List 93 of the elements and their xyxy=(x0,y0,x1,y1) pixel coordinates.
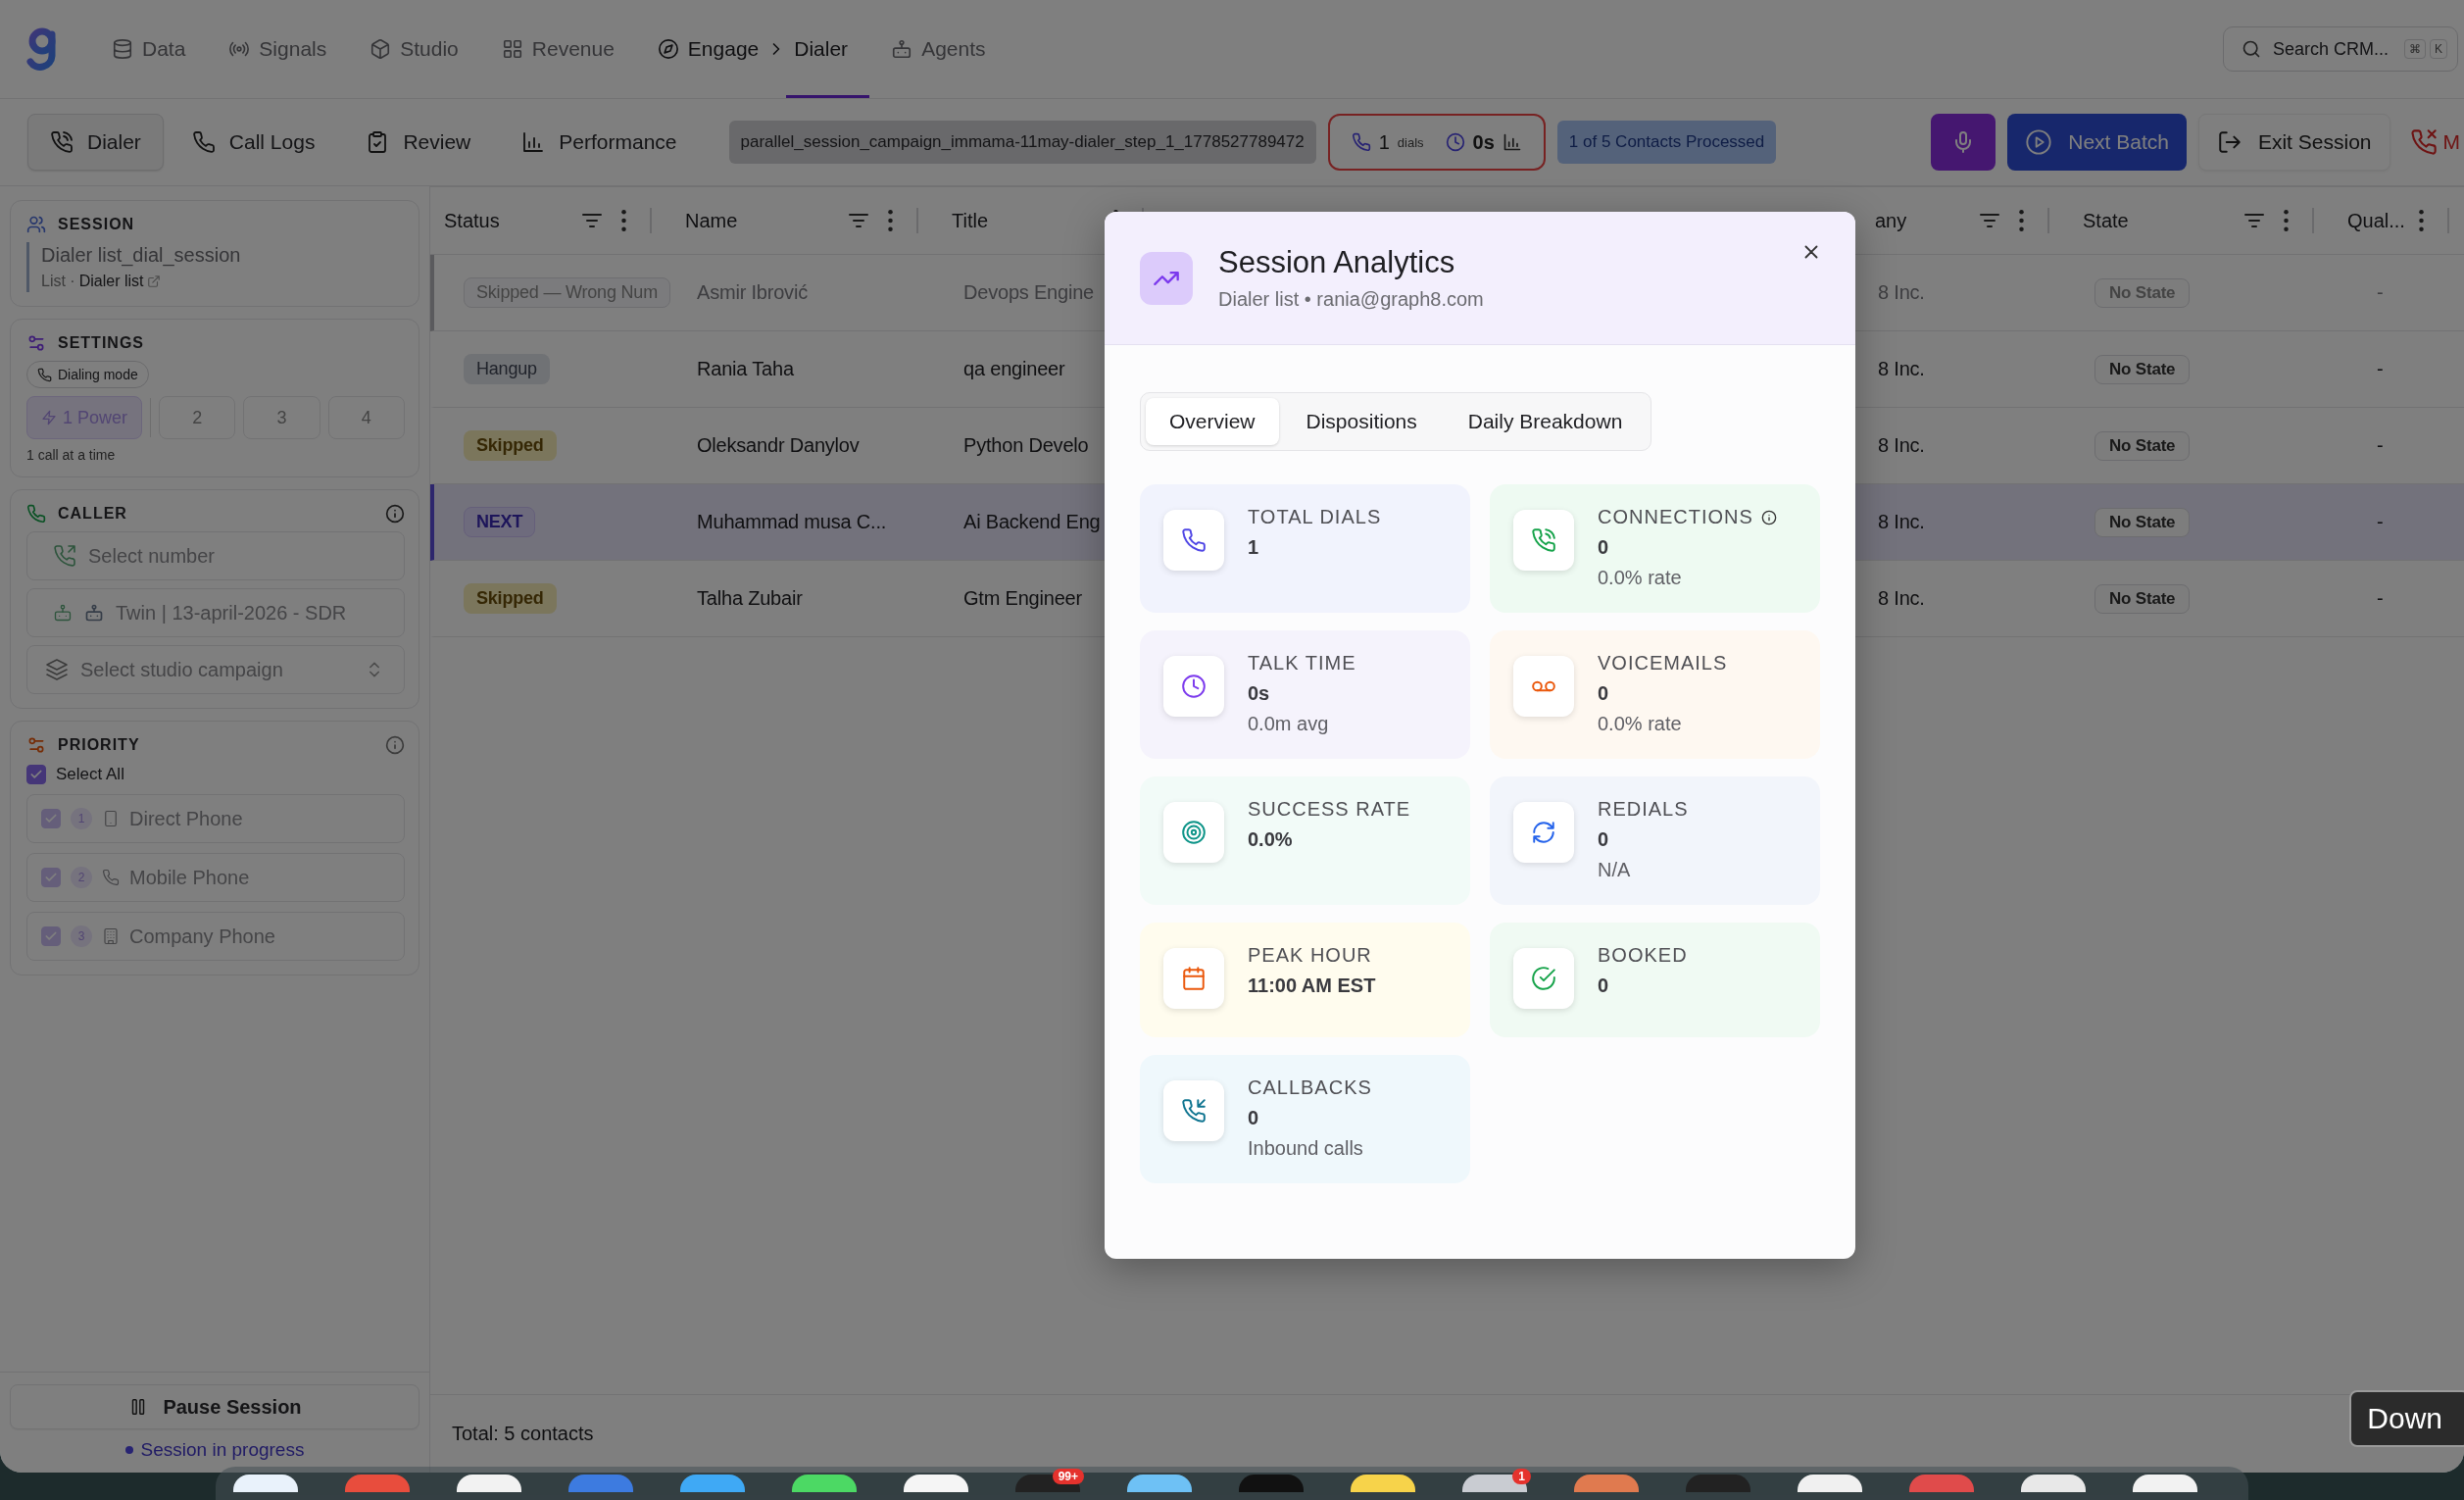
table-cell: - xyxy=(2377,511,2384,532)
tooltip: Down xyxy=(2349,1390,2464,1447)
nav-label: Dialer xyxy=(794,37,849,61)
call-duration: 0s xyxy=(1472,130,1495,154)
placeholder: Select number xyxy=(88,544,215,568)
stat-note: 0.0% rate xyxy=(1598,712,1683,736)
stat-value: 0 xyxy=(1598,827,1610,852)
stat-value: 1 xyxy=(1248,535,1260,560)
stat-value: 0s xyxy=(1248,681,1271,706)
stat-value: 11:00 AM EST xyxy=(1248,974,1376,998)
notification-badge: 99+ xyxy=(1052,1469,1084,1484)
table-cell: 8 Inc. xyxy=(1878,281,1925,303)
nav-label: Agents xyxy=(921,37,986,61)
nav-label: Studio xyxy=(400,37,459,61)
state-badge: No State xyxy=(2094,277,2191,308)
stat-label: TALK TIME xyxy=(1248,651,1356,675)
stat-note: 0.0m avg xyxy=(1248,712,1330,736)
stat-label: CALLBACKS xyxy=(1248,1075,1372,1100)
nav-label: Engage xyxy=(687,37,760,61)
state-badge: No State xyxy=(2094,430,2191,461)
stat-note: 0.0% rate xyxy=(1598,566,1683,590)
list-label: List · xyxy=(41,273,75,290)
status-badge: Skipped xyxy=(464,583,557,614)
column-header: Name xyxy=(685,209,738,232)
total-count: Total: 5 contacts xyxy=(452,1423,594,1445)
stat-label: VOICEMAILS xyxy=(1598,651,1728,675)
table-cell: - xyxy=(2377,358,2384,379)
table-cell: 8 Inc. xyxy=(1878,358,1925,379)
priority-label: Mobile Phone xyxy=(129,866,250,889)
stat-note: N/A xyxy=(1598,858,1632,882)
table-cell: Ai Backend Eng xyxy=(963,511,1101,532)
stat-label: CONNECTIONS xyxy=(1598,505,1753,529)
stat-label: TOTAL DIALS xyxy=(1248,505,1382,529)
stat-value: 0 xyxy=(1598,535,1610,560)
placeholder: Select studio campaign xyxy=(80,658,283,681)
table-cell: - xyxy=(2377,587,2384,609)
state-badge: No State xyxy=(2094,354,2191,384)
table-cell: Python Develo xyxy=(963,434,1089,456)
table-cell: Oleksandr Danylov xyxy=(697,434,860,456)
table-cell: Asmir Ibrović xyxy=(697,281,808,303)
column-header: Qual... xyxy=(2347,209,2405,232)
dials-label: dials xyxy=(1397,134,1424,150)
session-status: Session in progress xyxy=(124,1439,305,1461)
table-cell: 8 Inc. xyxy=(1878,511,1925,532)
stat-label: PEAK HOUR xyxy=(1248,943,1372,968)
nav-label: Data xyxy=(142,37,186,61)
column-header: State xyxy=(2083,209,2129,232)
shortcut-key: K xyxy=(2430,39,2447,59)
session-id-chip: parallel_session_campaign_immama-11may-dialer_step_1_1778527789472 xyxy=(728,121,1316,164)
shortcut-key: ⌘ xyxy=(2404,39,2426,59)
priority-label: Company Phone xyxy=(129,925,275,948)
session-name: Dialer list_dial_session xyxy=(41,244,242,267)
table-cell: 8 Inc. xyxy=(1878,587,1925,609)
column-header: any xyxy=(1875,209,1907,232)
modal-subtitle: Dialer list • rania@graph8.com xyxy=(1218,288,1484,311)
table-cell: Gtm Engineer xyxy=(963,587,1082,609)
progress-chip: 1 of 5 Contacts Processed xyxy=(1556,121,1777,164)
status-badge: NEXT xyxy=(464,507,536,537)
table-cell: Muhammad musa C... xyxy=(697,511,887,532)
status-badge: Skipped — Wrong Num xyxy=(464,277,670,308)
agent-name: Twin | 13-april-2026 - SDR xyxy=(116,601,347,625)
stat-value: 0 xyxy=(1248,1106,1260,1130)
column-header: Title xyxy=(952,209,989,232)
column-header: Status xyxy=(444,209,500,232)
stat-value: 0.0% xyxy=(1248,827,1294,852)
table-cell: Devops Engine xyxy=(963,281,1095,303)
table-cell: - xyxy=(2377,434,2384,456)
stat-label: SUCCESS RATE xyxy=(1248,797,1411,822)
table-cell: - xyxy=(2377,281,2384,303)
stat-value: 0 xyxy=(1598,974,1610,998)
nav-label: Revenue xyxy=(531,37,615,61)
status-badge: Skipped xyxy=(464,430,557,461)
state-badge: No State xyxy=(2094,583,2191,614)
section-title: CALLER xyxy=(58,505,127,523)
stat-value: 0 xyxy=(1598,681,1610,706)
mode-note: 1 call at a time xyxy=(26,447,117,463)
section-title: SETTINGS xyxy=(58,334,144,352)
modal-title: Session Analytics xyxy=(1218,245,1456,280)
status-badge: Hangup xyxy=(464,354,550,384)
priority-label: Direct Phone xyxy=(129,807,243,830)
table-cell: Talha Zubair xyxy=(697,587,803,609)
section-title: PRIORITY xyxy=(58,736,140,754)
state-badge: No State xyxy=(2094,507,2191,537)
table-cell: Rania Taha xyxy=(697,358,794,379)
nav-label: Signals xyxy=(259,37,327,61)
table-cell: qa engineer xyxy=(963,358,1065,379)
section-title: SESSION xyxy=(58,216,135,233)
checkbox-label: Select All xyxy=(56,765,124,784)
stat-note: Inbound calls xyxy=(1248,1136,1364,1161)
table-cell: 8 Inc. xyxy=(1878,434,1925,456)
dial-count: 1 xyxy=(1378,130,1390,154)
stat-label: REDIALS xyxy=(1598,797,1689,822)
stat-label: BOOKED xyxy=(1598,943,1688,968)
